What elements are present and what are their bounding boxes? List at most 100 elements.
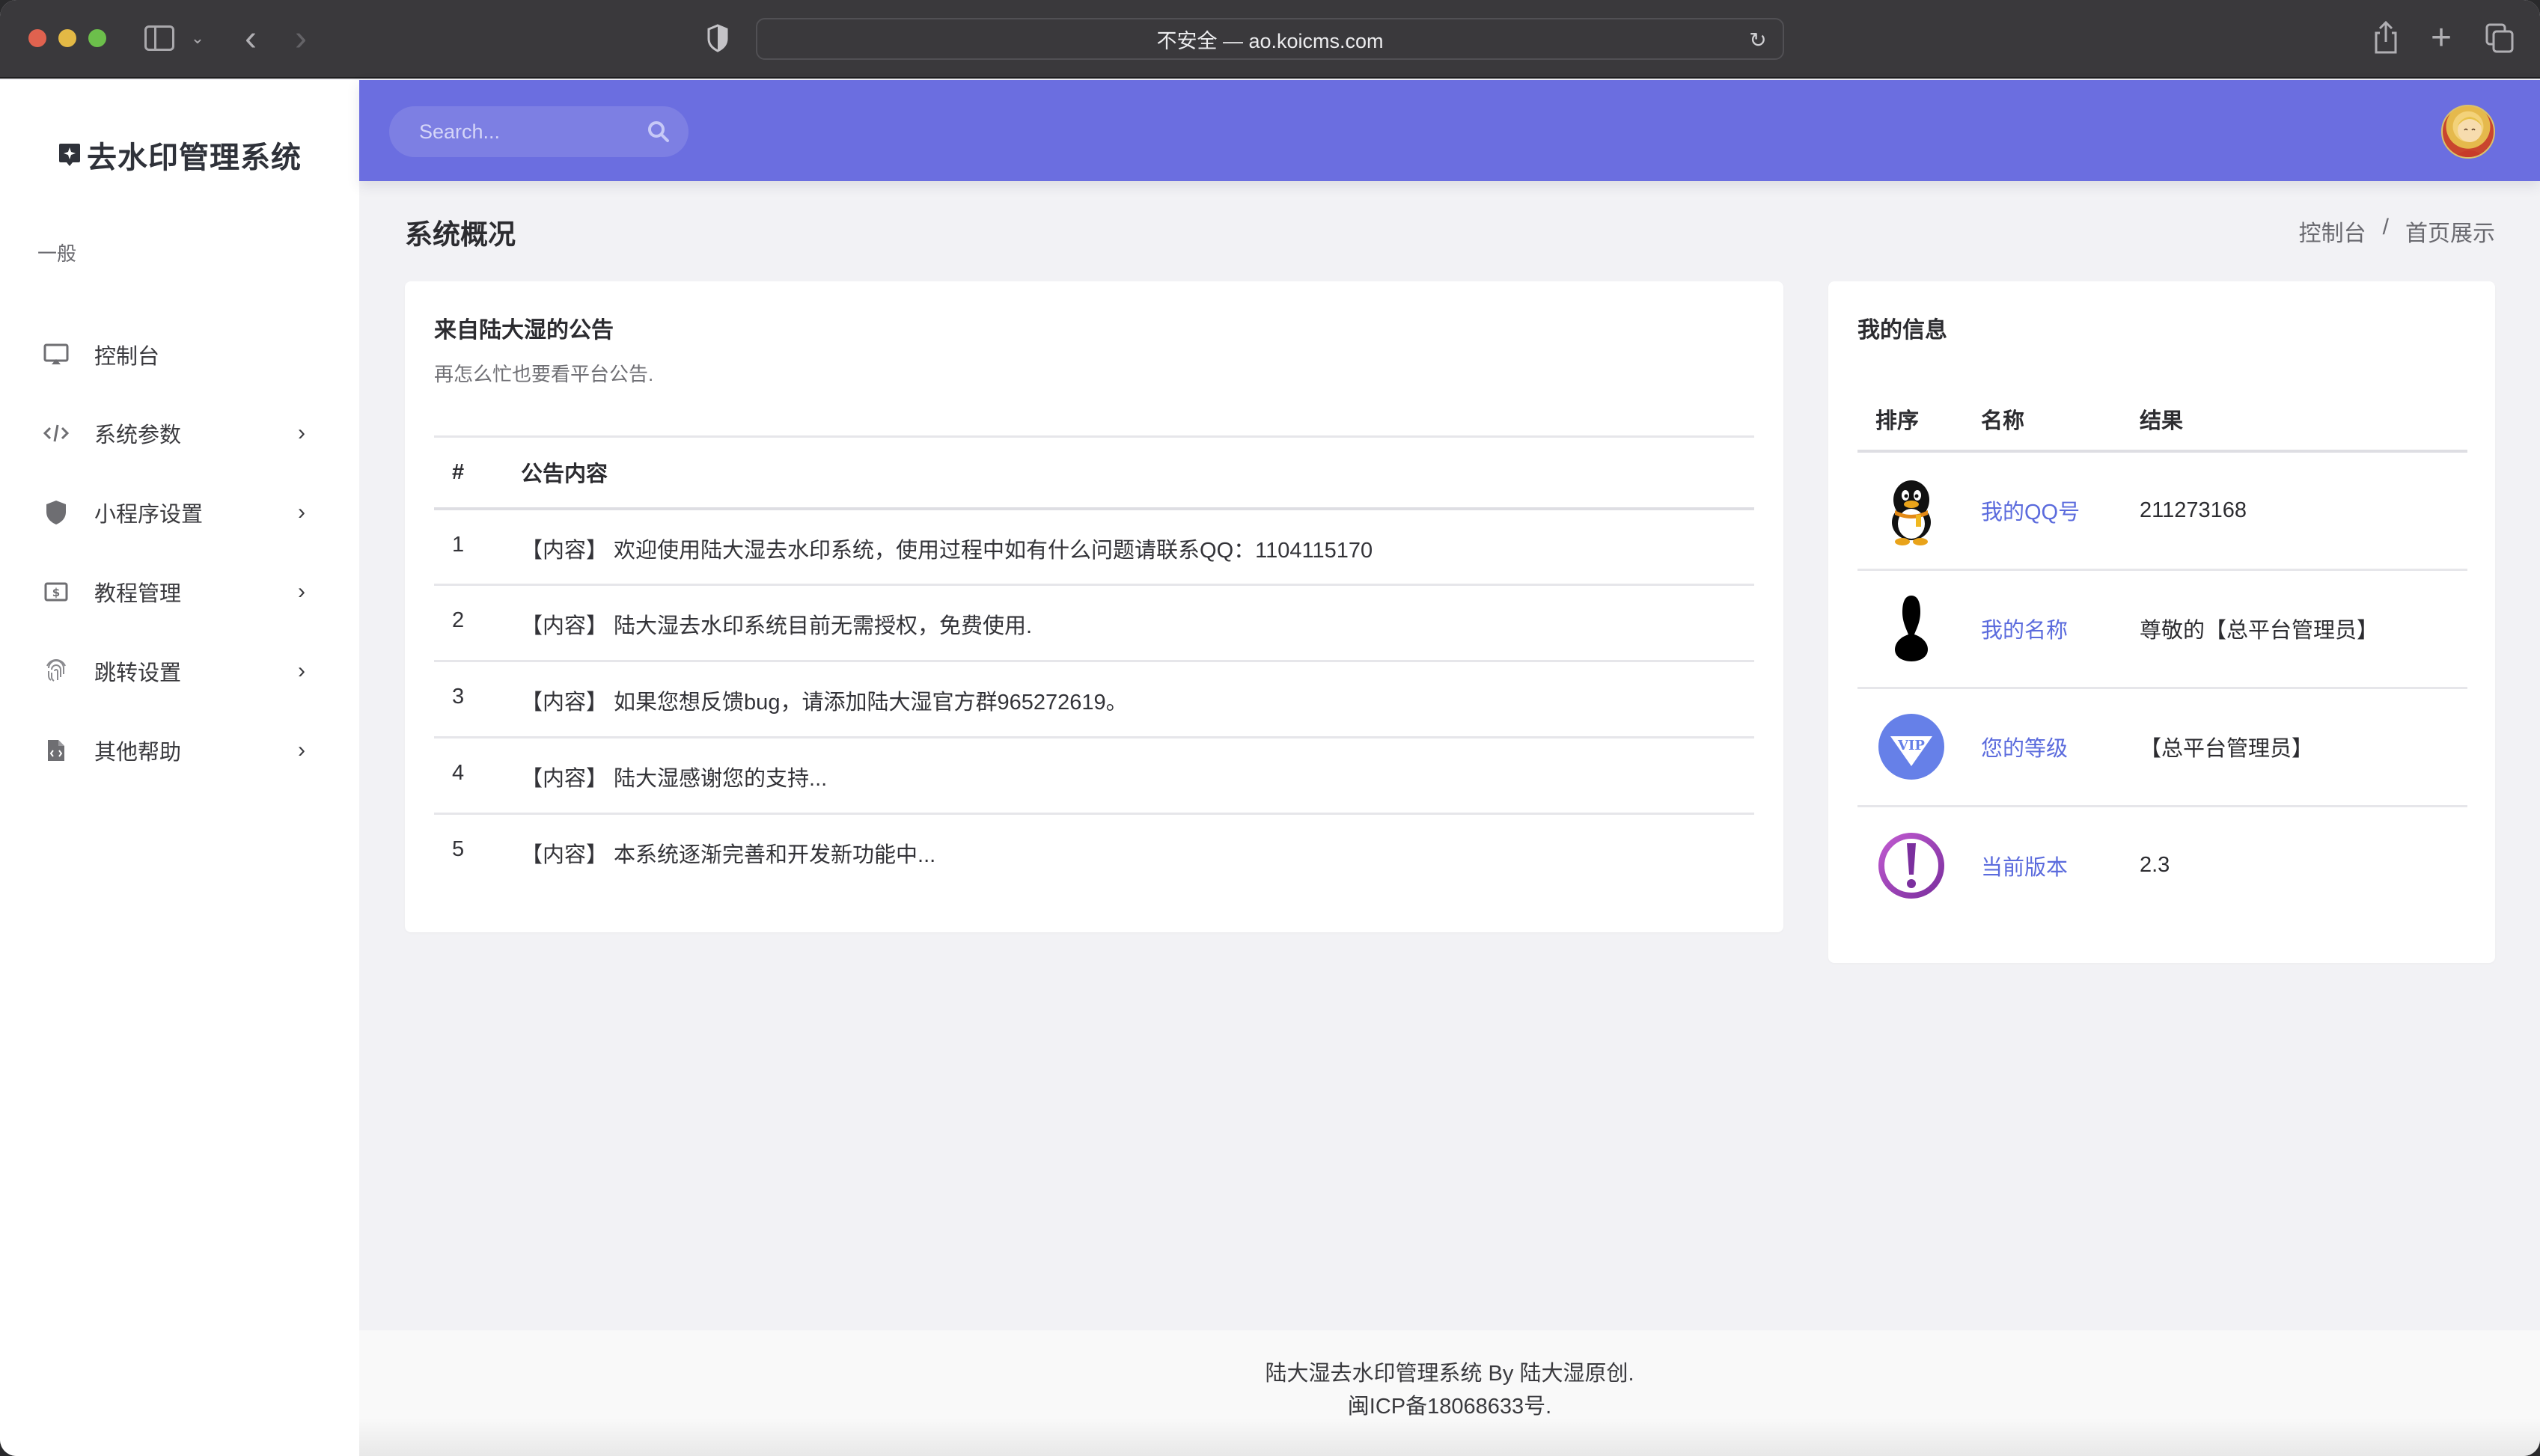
version-link[interactable]: 当前版本 — [1981, 856, 2068, 880]
browser-toolbar: ⌄ ‹ › 不安全 — ao.koicms.com ↻ + — [0, 0, 2540, 79]
sidebar-item-label: 教程管理 — [94, 582, 182, 606]
qq-number-link[interactable]: 我的QQ号 — [1981, 501, 2080, 524]
sidebar-item-dashboard[interactable]: 控制台 — [0, 321, 359, 388]
table-row: 我的QQ号 211273168 — [1857, 451, 2467, 571]
row-number: 5 — [452, 837, 465, 861]
brand-logo[interactable]: 去水印管理系统 — [58, 132, 302, 177]
search-icon[interactable] — [647, 120, 671, 144]
column-header-order: 排序 — [1857, 388, 1981, 453]
row-content: 【内容】 本系统逐渐完善和开发新功能中... — [521, 843, 936, 867]
svg-text:VIP: VIP — [1897, 738, 1925, 753]
breadcrumb: 控制台 / 首页展示 — [2299, 215, 2495, 248]
row-number: 3 — [434, 661, 521, 738]
code-icon — [43, 420, 69, 446]
sidebar-item-help[interactable]: 其他帮助 › — [0, 717, 359, 784]
qq-penguin-icon — [1892, 480, 1931, 546]
column-header-number: # — [434, 435, 521, 510]
vip-badge-icon: VIP — [1878, 714, 1944, 780]
announcements-table: # 公告内容 1 【内容】 欢迎使用陆大湿去水印系统，使用过程中如有什么问题请联… — [434, 435, 1754, 890]
shield-icon — [43, 500, 69, 525]
sidebar-item-redirect[interactable]: 跳转设置 › — [0, 637, 359, 705]
table-row: 1 【内容】 欢迎使用陆大湿去水印系统，使用过程中如有什么问题请联系QQ：110… — [434, 508, 1754, 586]
footer-copyright: 陆大湿去水印管理系统 By 陆大湿原创. — [1265, 1362, 1634, 1386]
tab-overview-icon[interactable] — [2485, 22, 2515, 54]
footer-icp[interactable]: 闽ICP备18068633号. — [359, 1390, 2540, 1423]
my-level-link[interactable]: 您的等级 — [1981, 737, 2068, 761]
privacy-shield-icon[interactable] — [706, 24, 729, 52]
new-tab-icon[interactable]: + — [2426, 18, 2456, 58]
row-number: 1 — [434, 508, 521, 586]
my-info-card: 我的信息 排序 名称 结果 我的QQ号 211273168 我的名称 尊敬的【总… — [1828, 281, 2495, 963]
qq-number-value: 211273168 — [2140, 451, 2467, 571]
sidebar: 去水印管理系统 一般 控制台 系统参数 › 小程序设置 › $ 教程管理 › 跳… — [0, 80, 359, 1456]
chevron-down-icon[interactable]: ⌄ — [189, 25, 207, 51]
sidebar-item-label: 小程序设置 — [94, 503, 204, 527]
my-name-link[interactable]: 我的名称 — [1981, 619, 2068, 643]
fingerprint-icon — [43, 658, 69, 684]
table-row: VIP 您的等级 【总平台管理员】 — [1857, 688, 2467, 807]
top-header — [359, 80, 2540, 181]
sidebar-item-label: 其他帮助 — [94, 741, 182, 765]
share-icon[interactable] — [2372, 19, 2399, 55]
sidebar-toggle-icon[interactable] — [144, 25, 174, 51]
my-name-value: 尊敬的【总平台管理员】 — [2140, 569, 2467, 689]
table-row: 4 【内容】 陆大湿感谢您的支持... — [434, 737, 1754, 815]
table-row: 当前版本 2.3 — [1857, 806, 2467, 924]
sparkle-tag-icon — [59, 144, 80, 166]
page-title: 系统概况 — [405, 219, 516, 250]
search-input[interactable] — [419, 106, 629, 157]
column-header-name: 名称 — [1981, 388, 2140, 453]
reload-icon[interactable]: ↻ — [1747, 27, 1769, 52]
chevron-right-icon: › — [298, 579, 305, 604]
announcements-subtitle: 再怎么忙也要看平台公告. — [434, 363, 654, 385]
brand-name: 去水印管理系统 — [87, 141, 302, 174]
user-avatar[interactable] — [2441, 105, 2495, 159]
sidebar-item-tutorials[interactable]: $ 教程管理 › — [0, 558, 359, 625]
my-info-title: 我的信息 — [1857, 318, 1947, 343]
zoom-window-button[interactable] — [88, 29, 106, 47]
breadcrumb-dashboard[interactable]: 控制台 — [2299, 215, 2366, 248]
browser-window: ⌄ ‹ › 不安全 — ao.koicms.com ↻ + 去水印管理系统 一般… — [0, 0, 2540, 1456]
nav-section-label: 一般 — [37, 242, 77, 265]
sidebar-item-label: 跳转设置 — [94, 661, 182, 685]
chevron-right-icon: › — [298, 420, 305, 445]
table-header-row: 排序 名称 结果 — [1857, 388, 2467, 453]
breadcrumb-current: 首页展示 — [2405, 221, 2495, 246]
page-footer: 陆大湿去水印管理系统 By 陆大湿原创. 闽ICP备18068633号. — [359, 1330, 2540, 1456]
table-row: 5 【内容】 本系统逐渐完善和开发新功能中... — [434, 814, 1754, 890]
table-row: 3 【内容】 如果您想反馈bug，请添加陆大湿官方群965272619。 — [434, 661, 1754, 738]
forward-button[interactable]: › — [288, 19, 314, 58]
column-header-content: 公告内容 — [521, 435, 1754, 510]
search-box — [389, 106, 689, 157]
chevron-right-icon: › — [298, 658, 305, 683]
sidebar-item-label: 系统参数 — [94, 423, 182, 447]
file-code-icon — [43, 738, 69, 763]
sidebar-item-label: 控制台 — [94, 345, 160, 369]
back-button[interactable]: ‹ — [238, 19, 263, 58]
breadcrumb-separator: / — [2382, 215, 2389, 239]
table-row: 我的名称 尊敬的【总平台管理员】 — [1857, 569, 2467, 689]
announcements-card: 来自陆大湿的公告 再怎么忙也要看平台公告. # 公告内容 1 【内容】 欢迎使用… — [405, 281, 1783, 932]
version-value: 2.3 — [2140, 853, 2170, 878]
row-number: 4 — [434, 737, 521, 815]
row-content: 【内容】 欢迎使用陆大湿去水印系统，使用过程中如有什么问题请联系QQ：11041… — [521, 508, 1754, 586]
table-header-row: # 公告内容 — [434, 435, 1754, 510]
svg-text:$: $ — [52, 586, 60, 599]
announcements-title: 来自陆大湿的公告 — [434, 318, 614, 343]
my-info-table: 排序 名称 结果 我的QQ号 211273168 我的名称 尊敬的【总平台管理员… — [1857, 388, 2467, 924]
url-text: 不安全 — ao.koicms.com — [1156, 29, 1384, 52]
my-level-value: 【总平台管理员】 — [2140, 688, 2467, 807]
exclamation-circle-icon — [1878, 832, 1944, 899]
minimize-window-button[interactable] — [58, 29, 76, 47]
row-content: 【内容】 如果您想反馈bug，请添加陆大湿官方群965272619。 — [521, 661, 1754, 738]
sidebar-item-system-params[interactable]: 系统参数 › — [0, 400, 359, 467]
sidebar-item-miniprogram[interactable]: 小程序设置 › — [0, 479, 359, 546]
chevron-right-icon: › — [298, 500, 305, 524]
column-header-result: 结果 — [2140, 388, 2467, 453]
close-window-button[interactable] — [28, 29, 46, 47]
chevron-right-icon: › — [298, 738, 305, 762]
table-row: 2 【内容】 陆大湿去水印系统目前无需授权，免费使用. — [434, 584, 1754, 662]
monitor-icon — [43, 342, 69, 367]
address-bar[interactable]: 不安全 — ao.koicms.com ↻ — [756, 18, 1784, 60]
row-content: 【内容】 陆大湿感谢您的支持... — [521, 737, 1754, 815]
